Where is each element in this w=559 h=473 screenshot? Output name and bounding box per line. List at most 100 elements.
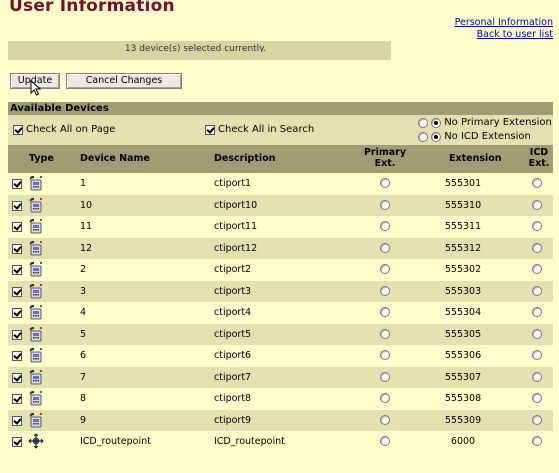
col-icd-ext-line1: ICD — [529, 147, 549, 158]
table-row: 10 ctiport10 555310 — [8, 194, 553, 216]
description-cell: ctiport6 — [214, 350, 252, 361]
cti-port-phone-icon — [28, 412, 44, 428]
primary-ext-radio[interactable] — [380, 371, 390, 382]
primary-ext-radio[interactable] — [380, 264, 390, 274]
col-primary-ext-line2: Ext. — [374, 158, 396, 169]
primary-ext-radio[interactable] — [380, 221, 390, 231]
cti-port-phone-icon — [28, 218, 44, 234]
device-select-checkbox[interactable] — [12, 265, 22, 275]
description-cell: ctiport10 — [214, 199, 258, 211]
col-device-name: Device Name — [80, 153, 150, 164]
device-select-checkbox[interactable] — [12, 222, 22, 232]
col-type: Type — [29, 153, 54, 164]
primary-ext-radio[interactable] — [380, 436, 390, 446]
icd-ext-radio[interactable] — [532, 436, 542, 446]
cancel-changes-button[interactable]: Cancel Changes — [66, 73, 182, 89]
table-row: 8 ctiport8 555308 — [8, 388, 553, 410]
personal-information-link[interactable]: Personal Information — [455, 17, 553, 29]
primary-ext-radio[interactable] — [380, 307, 390, 317]
no-icd-extension-control[interactable]: No ICD Extension — [418, 131, 531, 143]
icd-ext-radio[interactable] — [532, 328, 542, 339]
cti-port-phone-icon — [28, 304, 44, 320]
table-row: 12 ctiport12 555312 — [8, 237, 553, 259]
col-icd-ext-line2: Ext. — [528, 158, 550, 169]
description-cell: ctiport11 — [214, 221, 258, 232]
extension-cell: 555306 — [444, 350, 482, 361]
device-select-checkbox[interactable] — [12, 372, 22, 383]
page-title: User Information — [9, 0, 175, 16]
device-name-cell: 5 — [80, 328, 87, 340]
table-row: 5 ctiport5 555305 — [8, 323, 553, 345]
primary-ext-radio[interactable] — [380, 199, 390, 210]
device-select-checkbox[interactable] — [12, 351, 22, 361]
col-primary-ext: Primary Ext. — [363, 147, 407, 169]
device-name-cell: 3 — [80, 285, 87, 297]
description-cell: ctiport7 — [214, 371, 252, 383]
primary-ext-radio[interactable] — [380, 242, 390, 253]
icd-ext-radio[interactable] — [532, 242, 542, 253]
primary-ext-radio[interactable] — [380, 393, 390, 403]
unselected-radio-icon — [418, 131, 428, 142]
no-primary-extension-control[interactable]: No Primary Extension — [418, 117, 552, 129]
back-to-user-list-link[interactable]: Back to user list — [455, 29, 553, 41]
device-select-checkbox[interactable] — [12, 243, 22, 254]
device-table-header: Type Device Name Description Primary Ext… — [8, 145, 553, 173]
check-all-page-label: Check All on Page — [26, 124, 116, 135]
description-cell: ctiport9 — [214, 414, 252, 426]
device-select-checkbox[interactable] — [12, 394, 22, 404]
device-select-checkbox[interactable] — [12, 415, 22, 426]
device-select-checkbox[interactable] — [12, 200, 22, 211]
icd-ext-radio[interactable] — [532, 307, 542, 317]
extension-cell: 555309 — [444, 414, 482, 426]
icd-ext-radio[interactable] — [532, 393, 542, 403]
primary-ext-radio[interactable] — [380, 328, 390, 339]
primary-ext-radio[interactable] — [380, 414, 390, 425]
device-select-checkbox[interactable] — [12, 308, 22, 318]
cti-port-phone-icon — [28, 261, 44, 277]
icd-ext-radio[interactable] — [532, 371, 542, 382]
check-all-search-control[interactable]: Check All in Search — [205, 124, 314, 136]
icd-ext-radio[interactable] — [532, 414, 542, 425]
extension-cell: 555308 — [444, 393, 482, 404]
no-primary-extension-radio[interactable] — [431, 117, 442, 128]
icd-ext-radio[interactable] — [532, 178, 542, 188]
cti-port-phone-icon — [28, 390, 44, 406]
primary-ext-radio[interactable] — [380, 285, 390, 296]
table-row: 4 ctiport4 555304 — [8, 302, 553, 324]
col-primary-ext-line1: Primary — [363, 147, 407, 158]
description-cell: ICD_routepoint — [214, 436, 285, 447]
primary-ext-radio[interactable] — [380, 350, 390, 360]
icd-ext-radio[interactable] — [532, 285, 542, 296]
mouse-pointer-icon — [30, 80, 42, 96]
check-all-search-label: Check All in Search — [218, 124, 315, 135]
extension-cell: 555311 — [444, 221, 482, 232]
primary-ext-radio[interactable] — [380, 178, 390, 188]
route-point-icon — [28, 433, 44, 449]
no-icd-extension-label: No ICD Extension — [444, 131, 531, 142]
device-name-cell: 8 — [80, 393, 87, 404]
device-select-checkbox[interactable] — [12, 286, 22, 297]
device-select-checkbox[interactable] — [12, 437, 22, 447]
check-all-page-control[interactable]: Check All on Page — [13, 124, 115, 136]
cti-port-phone-icon — [28, 283, 44, 299]
cti-port-phone-icon — [28, 175, 44, 191]
icd-ext-radio[interactable] — [532, 199, 542, 210]
device-table-body: 1 ctiport1 555301 10 ctiport10 555310 11 ctipor… — [8, 173, 553, 453]
cti-port-phone-icon — [28, 347, 44, 363]
cti-port-phone-icon — [28, 369, 44, 385]
device-name-cell: 1 — [80, 178, 87, 189]
device-select-checkbox[interactable] — [12, 329, 22, 340]
device-name-cell: 2 — [80, 264, 87, 275]
icd-ext-radio[interactable] — [532, 350, 542, 360]
no-icd-extension-radio[interactable] — [431, 131, 442, 142]
device-select-checkbox[interactable] — [12, 179, 22, 189]
icd-ext-radio[interactable] — [532, 264, 542, 274]
check-all-page-checkbox[interactable] — [13, 124, 23, 135]
device-name-cell: 6 — [80, 350, 87, 361]
extension-cell: 555310 — [444, 199, 482, 211]
icd-ext-radio[interactable] — [532, 221, 542, 231]
selection-controls: Check All on Page Check All in Search No… — [8, 115, 553, 145]
check-all-search-checkbox[interactable] — [205, 124, 215, 135]
table-row: 7 ctiport7 555307 — [8, 366, 553, 388]
description-cell: ctiport3 — [214, 285, 252, 297]
